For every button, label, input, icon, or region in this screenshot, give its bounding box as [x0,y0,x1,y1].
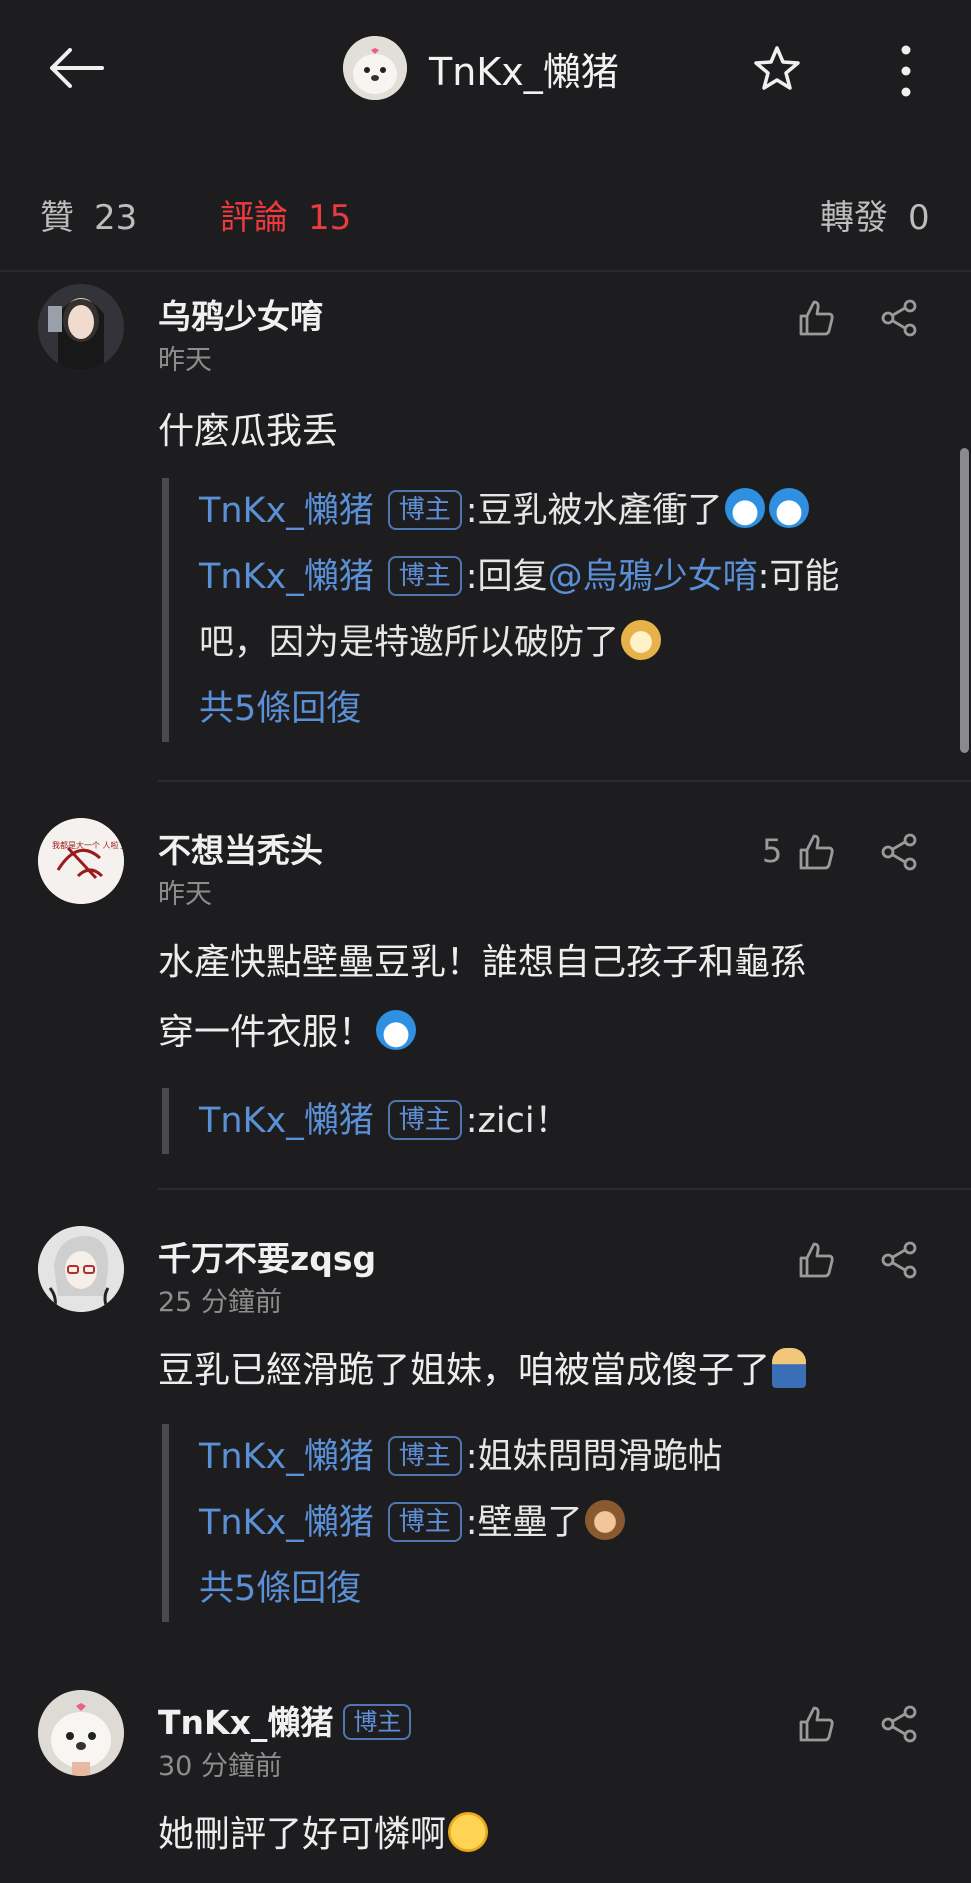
comment-text: 她刪評了好可憐啊 [158,1800,938,1870]
avatar[interactable]: 我都是大一个 人啦了? [38,818,124,904]
reply-text: 豆乳被水產衝了 [477,491,723,531]
thumbs-up-icon[interactable] [796,298,836,338]
reply-separator: : [465,1437,478,1477]
thumbs-up-icon[interactable] [796,1704,836,1744]
doraemon-emoji-icon [724,488,765,528]
comment-author[interactable]: 千万不要zqsg [158,1232,376,1280]
more-replies-link[interactable]: 共5條回復 [169,676,929,742]
thumbs-up-icon[interactable] [796,1240,836,1280]
tab-reposts-label: 轉發 [820,198,888,238]
reply-item[interactable]: TnKx_懶猪 博主:姐妹問問滑跪帖 [169,1424,929,1490]
tab-likes[interactable]: 贊 23 [40,190,137,239]
reply-author[interactable]: TnKx_懶猪 [199,1503,374,1543]
comment-text-line: 她刪評了好可憐啊 [158,1814,447,1855]
blogger-badge: 博主 [343,1704,412,1740]
reply-list: TnKx_懶猪 博主:姐妹問問滑跪帖 TnKx_懶猪 博主:壁壘了 共5條回復 [162,1424,929,1622]
comment-text-line: 水產快點壁壘豆乳！誰想自己孩子和龜孫 [158,942,807,983]
avatar[interactable] [38,1690,124,1776]
reply-author[interactable]: TnKx_懶猪 [199,1101,374,1141]
share-icon[interactable] [880,832,920,872]
comment-author[interactable]: 乌鸦少女唷 [158,290,323,338]
reply-item[interactable]: TnKx_懶猪 博主:回复@烏鴉少女唷:可能 [169,544,929,610]
share-icon[interactable] [880,298,920,338]
comment-text-line: 豆乳已經滑跪了姐妹，咱被當成傻子了 [158,1350,771,1391]
more-replies-link[interactable]: 共5條回復 [169,1556,929,1622]
reply-separator: : [465,491,478,531]
tabs-divider [0,270,971,272]
comment-divider [158,1188,971,1190]
comment-text: 水產快點壁壘豆乳！誰想自己孩子和龜孫 穿一件衣服！ [158,928,938,1068]
post-author[interactable]: TnKx_懶猪 [343,36,619,100]
tab-comments-label: 評論 [220,198,288,238]
reply-separator: : [465,1101,478,1141]
tab-comments[interactable]: 評論 15 [220,190,351,239]
tab-comments-count: 15 [308,198,352,238]
top-bar: TnKx_懶猪 [0,0,971,150]
blogger-badge: 博主 [387,556,462,596]
comment-author[interactable]: 不想当秃头 [158,824,323,872]
tab-reposts[interactable]: 轉發 0 [820,190,930,239]
avatar[interactable] [38,1226,124,1312]
author-avatar[interactable] [343,36,407,100]
comment-text: 豆乳已經滑跪了姐妹，咱被當成傻子了 [158,1336,938,1406]
comment-text: 什麼瓜我丢 [158,411,339,452]
more-vertical-icon[interactable] [896,44,916,98]
scrollbar[interactable] [960,448,969,753]
blogger-badge: 博主 [387,1436,462,1476]
doge-emoji-icon [621,620,662,660]
reply-text: zici！ [477,1101,570,1141]
star-outline-icon[interactable] [752,44,802,94]
comment-time: 昨天 [158,345,212,376]
tab-likes-count: 23 [94,198,138,238]
comment-time: 昨天 [158,879,212,910]
arrow-left-icon[interactable] [44,44,108,92]
reply-text: 壁壘了 [477,1503,583,1543]
reply-text: 姐妹問問滑跪帖 [477,1437,723,1477]
doraemon-emoji-icon [768,488,809,528]
share-icon[interactable] [880,1240,920,1280]
reply-author[interactable]: TnKx_懶猪 [199,1437,374,1477]
doraemon-emoji-icon [376,1010,417,1050]
reply-list: TnKx_懶猪 博主:豆乳被水產衝了 TnKx_懶猪 博主:回复@烏鴉少女唷:可能 … [162,478,929,742]
reply-author[interactable]: TnKx_懶猪 [199,491,374,531]
comment-time: 30 分鐘前 [158,1751,282,1782]
reply-item[interactable]: TnKx_懶猪 博主:豆乳被水產衝了 [169,478,929,544]
avatar-text: 我都是大一个 人啦了? [52,840,124,850]
share-icon[interactable] [880,1704,920,1744]
reply-item[interactable]: TnKx_懶猪 博主:壁壘了 [169,1490,929,1556]
tab-reposts-count: 0 [908,198,930,238]
reply-text: 回复 [477,557,548,597]
reply-separator: : [465,1503,478,1543]
avatar[interactable] [38,284,124,370]
reply-item[interactable]: TnKx_懶猪 博主:zici！ [169,1088,929,1154]
comment-text-line: 穿一件衣服！ [158,1012,375,1053]
blogger-badge: 博主 [387,1502,462,1542]
crying-face-emoji-icon [448,1812,489,1852]
kneeling-emoji-icon [772,1348,807,1388]
like-count: 5 [762,832,783,870]
reply-list: TnKx_懶猪 博主:zici！ [162,1088,929,1154]
blogger-badge: 博主 [387,490,462,530]
tab-bar: 贊 23 評論 15 轉發 0 [0,180,971,244]
reply-text: :可能 [757,557,840,597]
blogger-badge: 博主 [387,1100,462,1140]
page-title: TnKx_懶猪 [429,49,619,94]
comment-divider [158,780,971,782]
reply-separator: : [465,557,478,597]
comment-author[interactable]: TnKx_懶猪 博主 [158,1696,412,1744]
reply-item-continued[interactable]: 吧，因为是特邀所以破防了 [169,610,929,676]
tab-likes-label: 贊 [40,198,74,238]
comment-time: 25 分鐘前 [158,1287,282,1318]
reply-author[interactable]: TnKx_懶猪 [199,557,374,597]
mention-link[interactable]: @烏鴉少女唷 [548,557,758,597]
see-no-evil-monkey-emoji-icon [584,1500,625,1540]
thumbs-up-icon[interactable] [796,832,836,872]
comment-author-name: TnKx_懶猪 [158,1703,334,1742]
reply-text: 吧，因为是特邀所以破防了 [199,623,620,663]
